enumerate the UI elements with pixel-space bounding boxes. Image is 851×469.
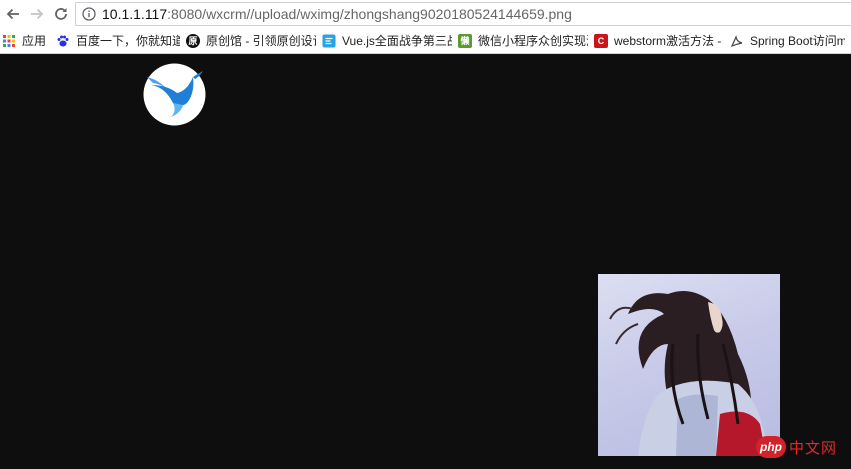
bookmarks-bar: 应用 百度一下，你就知道 原 原创馆 - 引领原创设计 Vue.js全面战争第三… <box>0 28 851 54</box>
forward-button[interactable] <box>26 3 48 25</box>
url-path: :8080/wxcrm//upload/wximg/zhongshang9020… <box>167 6 572 22</box>
apps-grid-icon <box>3 34 15 47</box>
baidu-paw-icon <box>57 35 69 46</box>
back-button[interactable] <box>2 3 24 25</box>
reload-button[interactable] <box>50 3 72 25</box>
forward-arrow-icon <box>31 8 44 20</box>
bird-logo-icon <box>143 63 206 126</box>
bookmark-label: 百度一下，你就知道 <box>76 34 180 48</box>
bookmark-spring[interactable]: Spring Boot访问mysql <box>730 30 851 52</box>
watermark-text: 中文网 <box>789 439 838 457</box>
back-arrow-icon <box>6 8 19 20</box>
bookmark-label: 微信小程序众创实现源码 <box>478 34 588 48</box>
bookmark-yuanchuang[interactable]: 原 原创馆 - 引领原创设计 <box>186 30 322 52</box>
bookmark-baidu[interactable]: 百度一下，你就知道 <box>56 30 186 52</box>
vue-article-icon <box>322 34 336 47</box>
bookmark-vue[interactable]: Vue.js全面战争第三战 <box>322 30 458 52</box>
bookmark-label: webstorm激活方法 - CSDN <box>614 34 724 48</box>
php-cn-watermark: php 中文网 <box>756 436 837 458</box>
csdn-icon: C <box>594 33 608 48</box>
displayed-image[interactable] <box>598 274 780 456</box>
bookmark-label: Spring Boot访问mysql <box>750 34 845 48</box>
url-host: 10.1.1.117 <box>102 6 168 22</box>
bookmark-webstorm[interactable]: C webstorm激活方法 - CSDN <box>594 30 730 52</box>
bookmark-label: 应用 <box>22 34 47 48</box>
bookmark-label: 原创馆 - 引领原创设计 <box>206 34 316 48</box>
address-bar[interactable]: 10.1.1.117:8080/wxcrm//upload/wximg/zhon… <box>75 2 851 26</box>
browser-toolbar: 10.1.1.117:8080/wxcrm//upload/wximg/zhon… <box>0 0 851 28</box>
reload-icon <box>55 8 67 20</box>
wechat-mini-icon: 懒 <box>458 33 472 48</box>
girl-photo-illustration <box>609 290 768 456</box>
bookmark-apps[interactable]: 应用 <box>2 30 56 52</box>
spring-leaf-icon <box>730 34 743 47</box>
bookmark-label: Vue.js全面战争第三战 <box>342 34 452 48</box>
yuanchuang-icon: 原 <box>186 33 200 48</box>
bookmark-wechat-mini[interactable]: 懒 微信小程序众创实现源码 <box>458 30 594 52</box>
url-text[interactable]: 10.1.1.117:8080/wxcrm//upload/wximg/zhon… <box>102 6 572 22</box>
php-badge: php <box>756 436 786 458</box>
info-icon[interactable] <box>82 7 96 21</box>
